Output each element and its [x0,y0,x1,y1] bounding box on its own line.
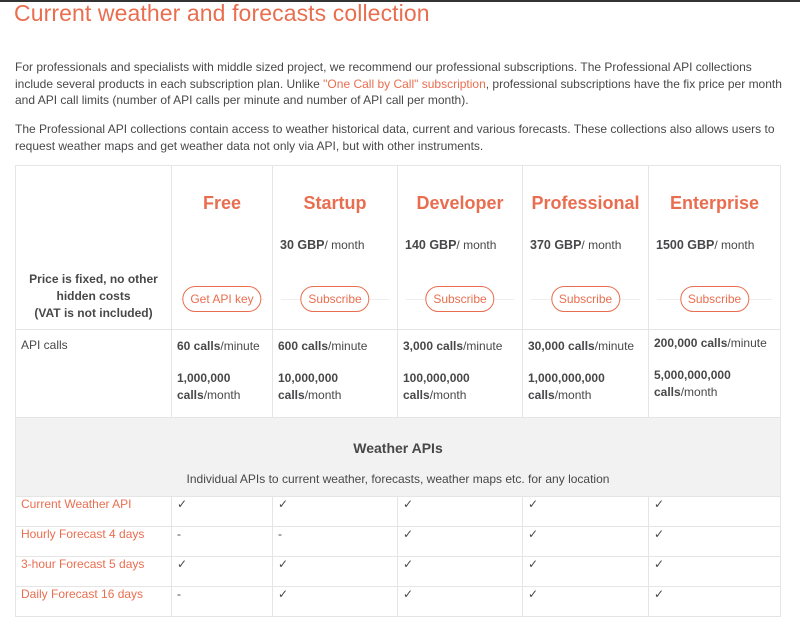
plan-enterprise: Enterprise 1500 GBP/ month Subscribe [648,165,781,330]
feature-mark: ✓ [522,556,649,587]
feature-mark: ✓ [648,586,781,617]
note-line: hidden costs [56,289,131,303]
plan-startup: Startup 30 GBP/ month Subscribe [272,165,398,330]
api-calls-developer: 3,000 calls/minute 100,000,000 calls/mon… [397,329,523,418]
plan-price: 30 GBP/ month [280,238,365,252]
plan-price: 140 GBP/ month [405,238,497,252]
api-calls-enterprise: 200,000 calls/minute 5,000,000,000 calls… [648,329,781,418]
feature-daily-forecast-16-days[interactable]: Daily Forecast 16 days [15,586,172,617]
feature-mark: ✓ [171,496,273,527]
plan-name: Startup [303,193,367,213]
api-calls-row: API calls 60 calls/minute 1,000,000 call… [15,329,781,418]
feature-mark: ✓ [522,586,649,617]
plans-header-row: Price is fixed, no other hidden costs (V… [15,165,781,330]
subscribe-developer-button[interactable]: Subscribe [425,286,495,312]
subscribe-professional-button[interactable]: Subscribe [550,286,621,312]
plan-price: 370 GBP/ month [530,238,622,252]
api-calls-professional: 30,000 calls/minute 1,000,000,000 calls/… [522,329,649,418]
feature-mark: ✓ [272,496,398,527]
feature-mark: ✓ [648,526,781,557]
feature-mark: - [171,586,273,617]
plan-price: 1500 GBP/ month [656,238,755,252]
plan-name: Enterprise [669,193,760,213]
feature-hourly-forecast-4-days[interactable]: Hourly Forecast 4 days [15,526,172,557]
feature-mark: ✓ [522,496,649,527]
feature-mark: ✓ [397,496,523,527]
subscribe-startup-button[interactable]: Subscribe [300,286,370,312]
feature-mark: ✓ [171,556,273,587]
plan-name: Developer [416,193,504,213]
plan-name: Free [202,193,242,213]
feature-mark: ✓ [272,556,398,587]
feature-mark: ✓ [648,556,781,587]
feature-row: Current Weather API ✓ ✓ ✓ ✓ ✓ [15,496,781,527]
subscribe-enterprise-button[interactable]: Subscribe [679,286,750,312]
weather-apis-section: Weather APIs Individual APIs to current … [15,417,781,497]
feature-row: Hourly Forecast 4 days - - ✓ ✓ ✓ [15,526,781,557]
feature-mark: ✓ [522,526,649,557]
one-call-by-call-link[interactable]: "One Call by Call" subscription [323,77,486,91]
pricing-table: Price is fixed, no other hidden costs (V… [15,165,781,617]
api-calls-startup: 600 calls/minute 10,000,000 calls/month [272,329,398,418]
section-title: Weather APIs [353,440,443,456]
section-subtitle: Individual APIs to current weather, fore… [186,472,610,486]
plan-name: Professional [531,193,640,213]
feature-3-hour-forecast-5-days[interactable]: 3-hour Forecast 5 days [15,556,172,587]
feature-row: Daily Forecast 16 days - ✓ ✓ ✓ ✓ [15,586,781,617]
intro-paragraph-1: For professionals and specialists with m… [15,59,785,109]
feature-row: 3-hour Forecast 5 days ✓ ✓ ✓ ✓ ✓ [15,556,781,587]
feature-mark: ✓ [272,586,398,617]
page-title: Current weather and forecasts collection [14,0,430,26]
intro-paragraph-2: The Professional API collections contain… [15,122,775,153]
section-header: Weather APIs Individual APIs to current … [15,417,781,497]
note-line: (VAT is not included) [34,306,153,320]
note-line: Price is fixed, no other [29,272,158,286]
plan-free: Free Get API key [171,165,273,330]
plan-professional: Professional 370 GBP/ month Subscribe [522,165,649,330]
plan-developer: Developer 140 GBP/ month Subscribe [397,165,523,330]
feature-mark: - [272,526,398,557]
feature-mark: - [171,526,273,557]
feature-mark: ✓ [648,496,781,527]
feature-current-weather-api[interactable]: Current Weather API [15,496,172,527]
api-calls-free: 60 calls/minute 1,000,000 calls/month [171,329,273,418]
feature-mark: ✓ [397,526,523,557]
feature-mark: ✓ [397,586,523,617]
price-fixed-note: Price is fixed, no other hidden costs (V… [15,165,172,330]
get-api-key-button[interactable]: Get API key [182,286,262,312]
feature-mark: ✓ [397,556,523,587]
api-calls-label: API calls [15,329,172,418]
